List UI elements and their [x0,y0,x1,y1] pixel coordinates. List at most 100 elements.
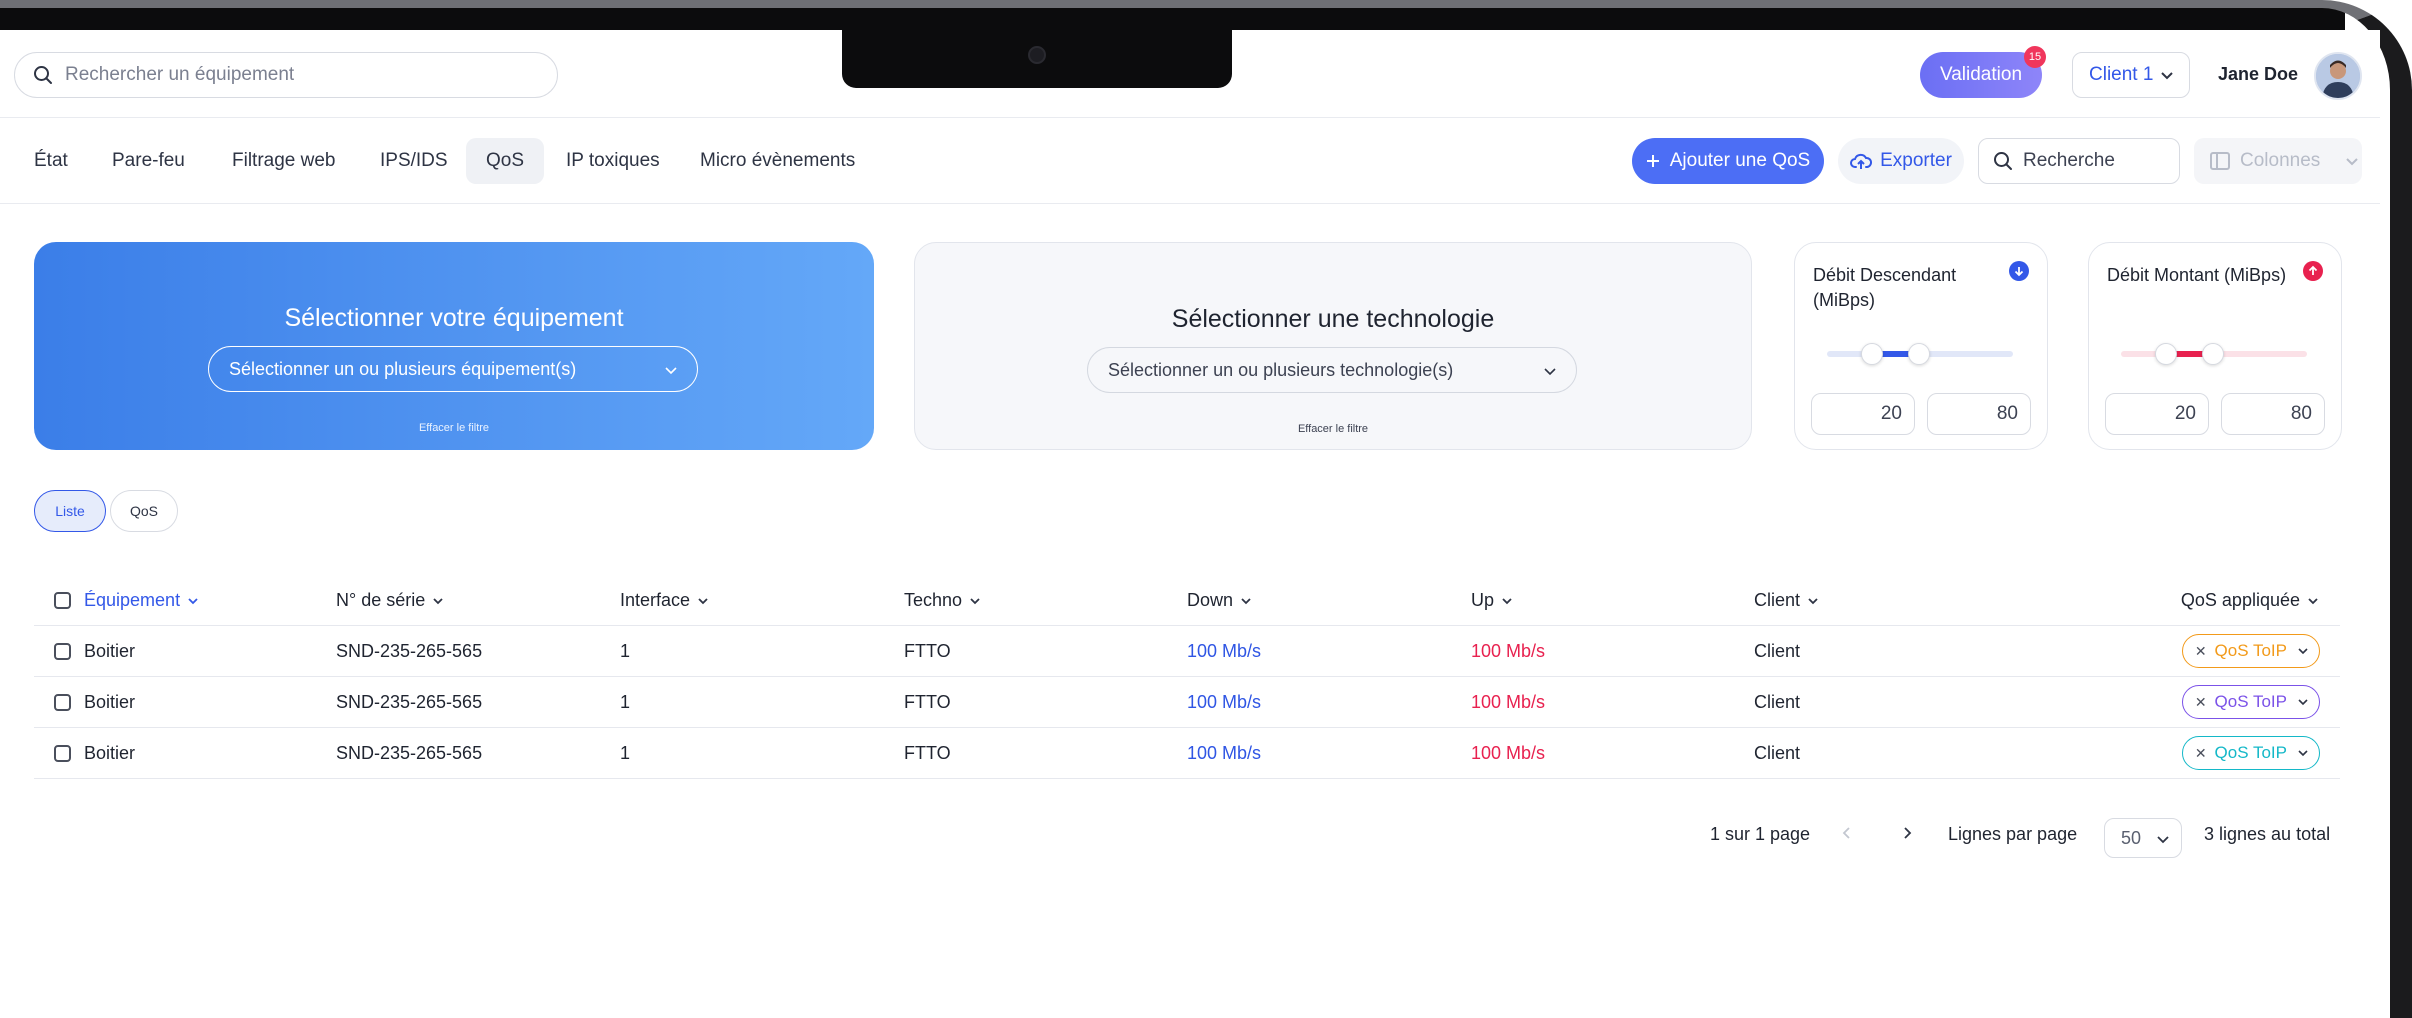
column-header-interface[interactable]: Interface [620,576,710,625]
avatar[interactable] [2314,52,2362,100]
up-rate-min-input[interactable] [2105,393,2209,435]
table-search-input[interactable] [2023,150,2173,172]
row-select-cell [54,677,71,727]
column-header-qos[interactable]: QoS appliquée [2181,576,2320,625]
equipment-search[interactable] [14,52,558,98]
tab-ip-toxiques[interactable]: IP toxiques [546,138,680,184]
down-rate-max-input[interactable] [1927,393,2031,435]
up-rate-slider[interactable] [2121,343,2307,365]
equipment-select-placeholder: Sélectionner un ou plusieurs équipement(… [229,358,577,379]
row-checkbox[interactable] [54,642,71,660]
tab-pare-feu[interactable]: Pare-feu [92,138,205,184]
row-select-cell [54,728,71,778]
chevron-down-icon [1241,597,1251,604]
select-all-cell [54,576,71,625]
equipment-select[interactable]: Sélectionner un ou plusieurs équipement(… [208,346,698,392]
table-row[interactable]: Boitier SND-235-265-565 1 FTTO 100 Mb/s … [34,626,2340,677]
column-header-equipement[interactable]: Équipement [84,576,200,625]
table-row[interactable]: Boitier SND-235-265-565 1 FTTO 100 Mb/s … [34,677,2340,728]
down-rate-min-input[interactable] [1811,393,1915,435]
chevron-down-icon [1808,597,1818,604]
column-header-techno[interactable]: Techno [904,576,982,625]
export-label: Exporter [1880,150,1952,171]
qos-tag-label: QoS ToIP [2214,692,2287,711]
column-header-label: Équipement [84,590,181,610]
down-rate-filter-card: Débit Descendant (MiBps) [1794,242,2048,450]
up-rate-max-input[interactable] [2221,393,2325,435]
chevron-left-icon [1842,827,1850,839]
column-header-down[interactable]: Down [1187,576,1253,625]
row-checkbox[interactable] [54,744,71,762]
columns-button[interactable]: Colonnes [2194,138,2362,184]
column-header-label: Down [1187,590,1234,610]
arrow-down-icon [2009,261,2029,281]
cell-client: Client [1754,640,1801,661]
user-avatar-icon [2316,54,2360,98]
up-rate-slider-max-handle[interactable] [2202,343,2224,365]
table-row[interactable]: Boitier SND-235-265-565 1 FTTO 100 Mb/s … [34,728,2340,779]
cell-client: Client [1754,742,1801,763]
column-header-label: Techno [904,590,963,610]
tab-micro-evenements[interactable]: Micro évènements [680,138,875,184]
tab-etat[interactable]: État [14,138,88,184]
qos-tag[interactable]: ✕ QoS ToIP [2181,634,2320,668]
rows-per-page-select[interactable]: 50 [2104,818,2182,858]
user-name: Jane Doe [2218,64,2299,84]
tab-filtrage-web[interactable]: Filtrage web [212,138,356,184]
remove-icon[interactable]: ✕ [2195,745,2207,762]
validation-label: Validation [1939,64,2023,85]
column-header-label: N° de série [336,590,426,610]
down-rate-slider[interactable] [1827,343,2013,365]
chevron-down-icon [2346,158,2358,166]
view-toggle-qos[interactable]: QoS [110,490,178,532]
cell-equipement: Boitier [84,691,136,712]
up-rate-slider-min-handle[interactable] [2155,343,2177,365]
row-checkbox[interactable] [54,693,71,711]
export-button[interactable]: Exporter [1838,138,1964,184]
column-header-up[interactable]: Up [1471,576,1514,625]
columns-icon [2210,152,2230,170]
technology-clear-filter-link[interactable]: Effacer le filtre [915,423,1751,435]
cloud-upload-icon [1850,153,1873,169]
cell-down: 100 Mb/s [1187,691,1262,712]
pagination-page-info: 1 sur 1 page [1710,824,1811,844]
down-rate-title: Débit Descendant (MiBps) [1813,265,1957,310]
remove-icon[interactable]: ✕ [2195,643,2207,660]
cell-equipement: Boitier [84,742,136,763]
select-all-checkbox[interactable] [54,592,71,609]
qos-tag[interactable]: ✕ QoS ToIP [2181,685,2320,719]
chevron-down-icon [698,597,708,604]
technology-filter-card: Sélectionner une technologie Sélectionne… [914,242,1752,450]
table-search[interactable] [1978,138,2180,184]
cell-techno: FTTO [904,640,951,661]
chevron-down-icon [2298,648,2308,655]
technology-select[interactable]: Sélectionner un ou plusieurs technologie… [1087,347,1577,393]
column-header-client[interactable]: Client [1754,576,1820,625]
down-rate-slider-max-handle[interactable] [1908,343,1930,365]
cell-qos: ✕ QoS ToIP [2181,626,2320,676]
remove-icon[interactable]: ✕ [2195,694,2207,711]
view-toggle-list[interactable]: Liste [34,490,106,532]
column-header-label: Interface [620,590,691,610]
chevron-right-icon [1904,827,1912,839]
cell-serial: SND-235-265-565 [336,640,483,661]
chevron-down-icon [2161,72,2173,80]
chevron-down-icon [433,597,443,604]
technology-select-placeholder: Sélectionner un ou plusieurs technologie… [1108,359,1454,380]
row-select-cell [54,626,71,676]
chevron-down-icon [2298,750,2308,757]
cell-up: 100 Mb/s [1471,742,1546,763]
column-header-serial[interactable]: N° de série [336,576,445,625]
pagination-next-button[interactable] [1894,820,1920,846]
arrow-up-icon [2303,261,2323,281]
equipment-clear-filter-link[interactable]: Effacer le filtre [34,422,874,434]
add-qos-label: Ajouter une QoS [1669,150,1811,171]
add-qos-button[interactable]: Ajouter une QoS [1632,138,1824,184]
down-rate-slider-min-handle[interactable] [1861,343,1883,365]
tab-qos[interactable]: QoS [466,138,545,184]
pagination-prev-button[interactable] [1834,820,1860,846]
client-select[interactable]: Client 1 [2072,52,2190,98]
qos-tag[interactable]: ✕ QoS ToIP [2181,736,2320,770]
tab-ips-ids[interactable]: IPS/IDS [360,138,468,184]
equipment-search-input[interactable] [65,64,525,86]
